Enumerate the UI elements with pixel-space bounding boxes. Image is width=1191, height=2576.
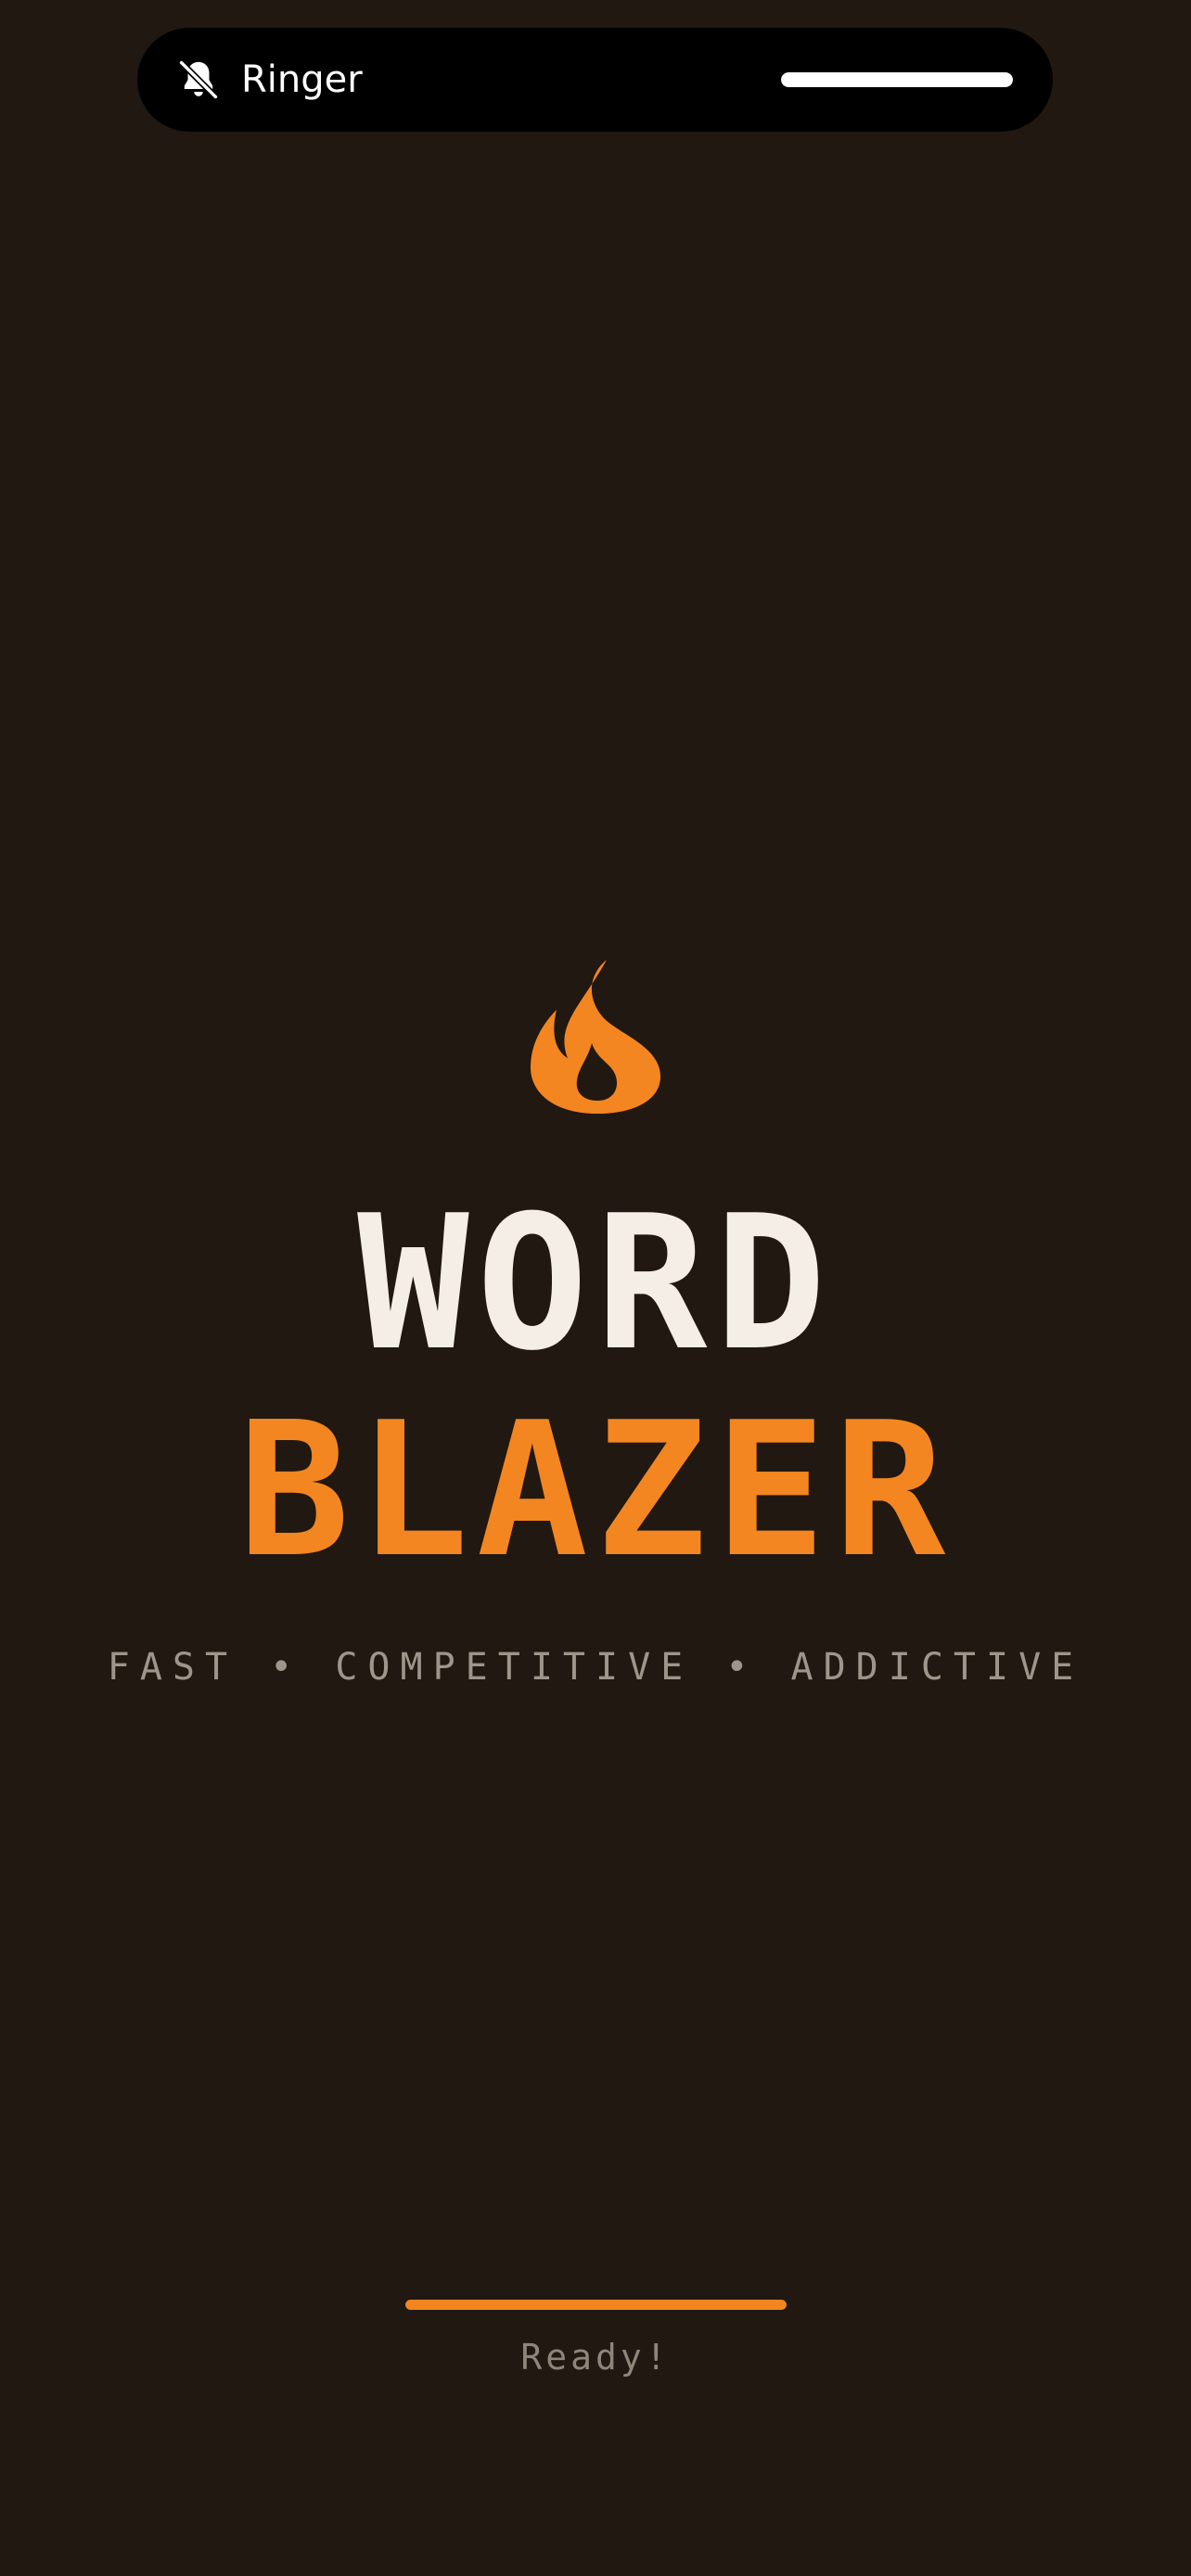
bell-slash-icon xyxy=(178,59,219,100)
loading-status: Ready! xyxy=(520,2337,671,2378)
flame-icon xyxy=(531,960,660,1114)
ringer-volume-slider[interactable] xyxy=(781,72,1013,87)
title-blazer: BLAZER xyxy=(237,1383,954,1599)
loading-progress-bar xyxy=(405,2300,787,2310)
ringer-label: Ringer xyxy=(241,58,363,101)
tagline: FAST • COMPETITIVE • ADDICTIVE xyxy=(107,1646,1084,1689)
ringer-banner: Ringer xyxy=(137,28,1053,132)
title-word: WORD xyxy=(357,1176,834,1392)
loading-progress-fill xyxy=(405,2300,787,2310)
ringer-volume-fill xyxy=(781,72,1013,87)
